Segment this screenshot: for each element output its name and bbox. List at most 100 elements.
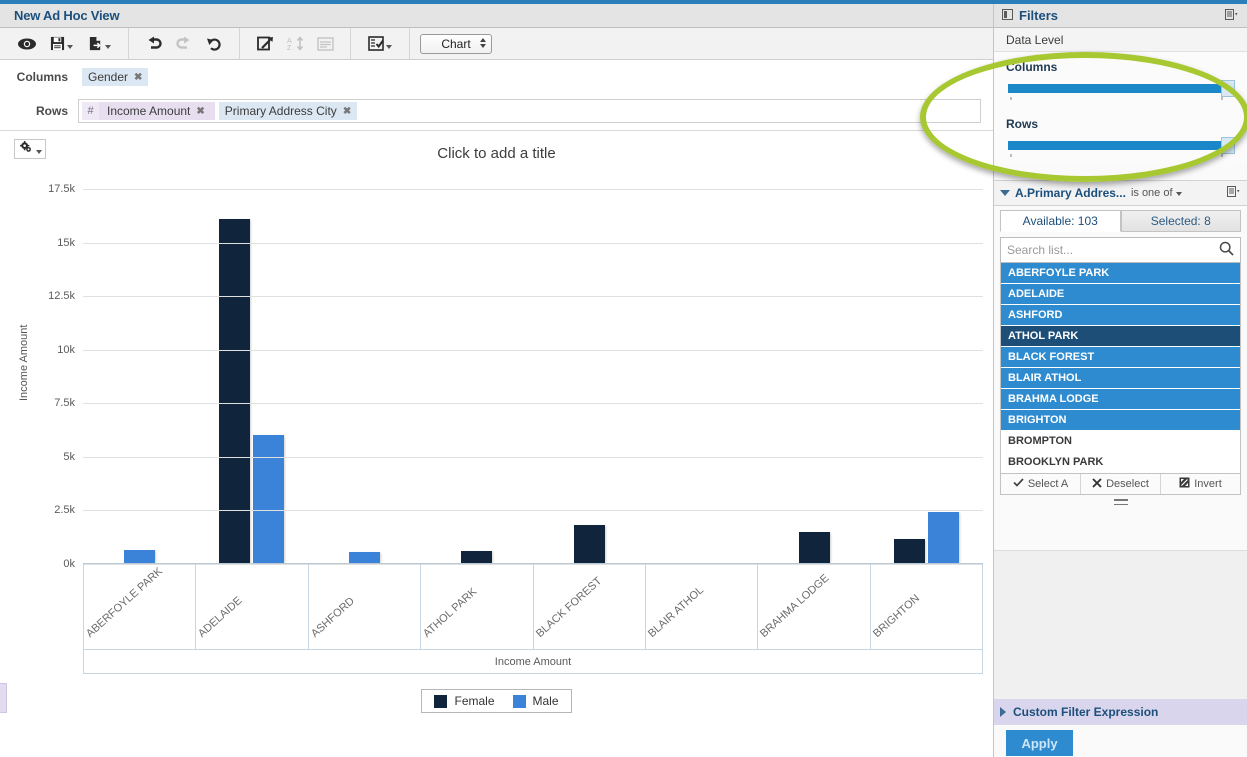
filter-list-item[interactable]: BROMPTON — [1001, 431, 1240, 452]
search-box[interactable] — [1000, 237, 1241, 263]
tab-selected[interactable]: Selected: 8 — [1120, 210, 1241, 232]
save-icon — [50, 36, 65, 51]
filters-menu-icon[interactable] — [1225, 8, 1239, 23]
chart-title[interactable]: Click to add a title — [0, 145, 993, 162]
columns-slider[interactable] — [1006, 80, 1235, 97]
undo-button[interactable] — [139, 31, 169, 57]
slider-handle[interactable] — [1221, 80, 1235, 97]
columns-dropzone[interactable]: Gender ✖ — [78, 65, 981, 89]
rows-slider-ticks — [1006, 154, 1235, 162]
custom-filter-expression-section[interactable]: Custom Filter Expression — [994, 699, 1247, 725]
filter-menu-icon[interactable] — [1227, 186, 1241, 200]
svg-text:Z: Z — [287, 45, 292, 51]
rows-dropzone-row: Rows # Income Amount ✖ Primary Address C… — [0, 94, 993, 128]
bar-male[interactable] — [253, 435, 285, 564]
slider-handle[interactable] — [1221, 137, 1235, 154]
revert-icon — [206, 36, 223, 51]
filter-list-item[interactable]: ATHOL PARK — [1001, 326, 1240, 347]
toolbar-group-select — [351, 27, 410, 60]
bar-female[interactable] — [573, 525, 605, 564]
rows-slider-block: Rows — [994, 107, 1247, 164]
filter-list-item[interactable]: BLACK FOREST — [1001, 347, 1240, 368]
measure-band: Income Amount — [83, 650, 983, 674]
close-icon[interactable]: ✖ — [134, 72, 142, 83]
category-cell: BLACK FOREST — [534, 564, 646, 649]
select-mode-button[interactable] — [361, 31, 399, 57]
page-title: New Ad Hoc View — [14, 8, 120, 23]
panel-icon[interactable] — [1002, 8, 1013, 23]
chart-legend: Female Male — [0, 689, 993, 713]
bar-female[interactable] — [798, 531, 830, 564]
legend-swatch — [512, 694, 526, 708]
columns-label: Columns — [16, 70, 68, 84]
field-chip-income-amount[interactable]: # Income Amount ✖ — [82, 102, 215, 120]
category-cell: BRAHMA LODGE — [758, 564, 871, 649]
resize-grip[interactable] — [1113, 499, 1128, 505]
y-axis-tick: 2.5k — [54, 504, 75, 517]
table-format-button — [310, 31, 340, 57]
search-input[interactable] — [1007, 243, 1219, 257]
filter-list-item[interactable]: ASHFORD — [1001, 305, 1240, 326]
x-axis-tick-label: BRAHMA LODGE — [758, 572, 832, 640]
x-axis-tick-label: BLAIR ATHOL — [645, 584, 706, 640]
collapse-triangle-icon[interactable] — [1000, 190, 1010, 196]
check-icon — [1013, 478, 1024, 490]
expand-triangle-icon[interactable] — [1000, 707, 1006, 717]
field-chip-gender[interactable]: Gender ✖ — [82, 68, 149, 86]
view-type-select[interactable]: Chart — [420, 33, 492, 54]
legend-item[interactable]: Male — [512, 694, 559, 708]
gridline — [83, 510, 983, 512]
category-band: ABERFOYLE PARK ADELAIDE ASHFORD ATHOL PARK B… — [83, 564, 983, 650]
category-cell: BRIGHTON — [871, 564, 982, 649]
left-collapsed-tab[interactable] — [0, 683, 7, 713]
apply-button[interactable]: Apply — [1006, 730, 1073, 756]
filters-empty-area — [994, 550, 1247, 700]
chip-label: Income Amount — [107, 104, 191, 118]
filter-operator-select[interactable]: is one of — [1131, 187, 1182, 199]
filter-list-item[interactable]: BRAHMA LODGE — [1001, 389, 1240, 410]
toolbar-group-file — [0, 27, 129, 60]
bar-male[interactable] — [123, 549, 155, 564]
bar-female[interactable] — [894, 539, 926, 564]
revert-button[interactable] — [199, 31, 229, 57]
close-icon[interactable]: ✖ — [196, 106, 204, 117]
bar-female[interactable] — [219, 219, 251, 564]
deselect-all-button[interactable]: Deselect — [1081, 474, 1161, 494]
legend-item[interactable]: Female — [434, 694, 495, 708]
filter-list-item[interactable]: BRIGHTON — [1001, 410, 1240, 431]
filter-list-item[interactable]: ABERFOYLE PARK — [1001, 263, 1240, 284]
bar-group — [646, 189, 759, 564]
view-preview-button[interactable] — [12, 31, 42, 57]
invert-selection-button[interactable]: Invert — [1161, 474, 1240, 494]
filter-actions-row: Select A Deselect Invert — [1000, 474, 1241, 495]
checklist-icon — [368, 36, 384, 51]
rows-slider[interactable] — [1006, 137, 1235, 154]
filter-list-item[interactable]: BLAIR ATHOL — [1001, 368, 1240, 389]
sort-az-icon: AZ — [287, 36, 304, 51]
export-button[interactable] — [80, 31, 118, 57]
bar-group — [533, 189, 646, 564]
bar-male[interactable] — [928, 511, 960, 564]
bar-group — [871, 189, 984, 564]
invert-label: Invert — [1194, 478, 1222, 490]
columns-slider-label: Columns — [1006, 60, 1058, 74]
view-type-value: Chart — [441, 36, 471, 51]
data-level-label: Data Level — [994, 28, 1247, 52]
undo-icon — [145, 36, 163, 51]
switch-group-button[interactable] — [250, 31, 280, 57]
search-icon[interactable] — [1219, 241, 1234, 259]
plot-area: 0k 2.5k 5k 7.5k 10k 12.5k 15k 17.5k — [48, 183, 984, 570]
select-all-button[interactable]: Select A — [1001, 474, 1081, 494]
tab-available[interactable]: Available: 103 — [1000, 210, 1121, 232]
filter-list-item[interactable]: BROOKLYN PARK — [1001, 452, 1240, 473]
save-button[interactable] — [42, 31, 80, 57]
export-icon — [88, 36, 103, 51]
filter-list-item[interactable]: ADELAIDE — [1001, 284, 1240, 305]
rows-dropzone[interactable]: # Income Amount ✖ Primary Address City ✖ — [78, 99, 981, 123]
gridline — [83, 242, 983, 244]
y-axis-tick: 0k — [63, 558, 75, 570]
close-icon[interactable]: ✖ — [343, 106, 351, 117]
filter-value-list[interactable]: ABERFOYLE PARK ADELAIDE ASHFORD ATHOL PARK B… — [1000, 263, 1241, 474]
custom-filter-expression-label: Custom Filter Expression — [1013, 705, 1159, 719]
field-chip-primary-address-city[interactable]: Primary Address City ✖ — [218, 102, 358, 120]
